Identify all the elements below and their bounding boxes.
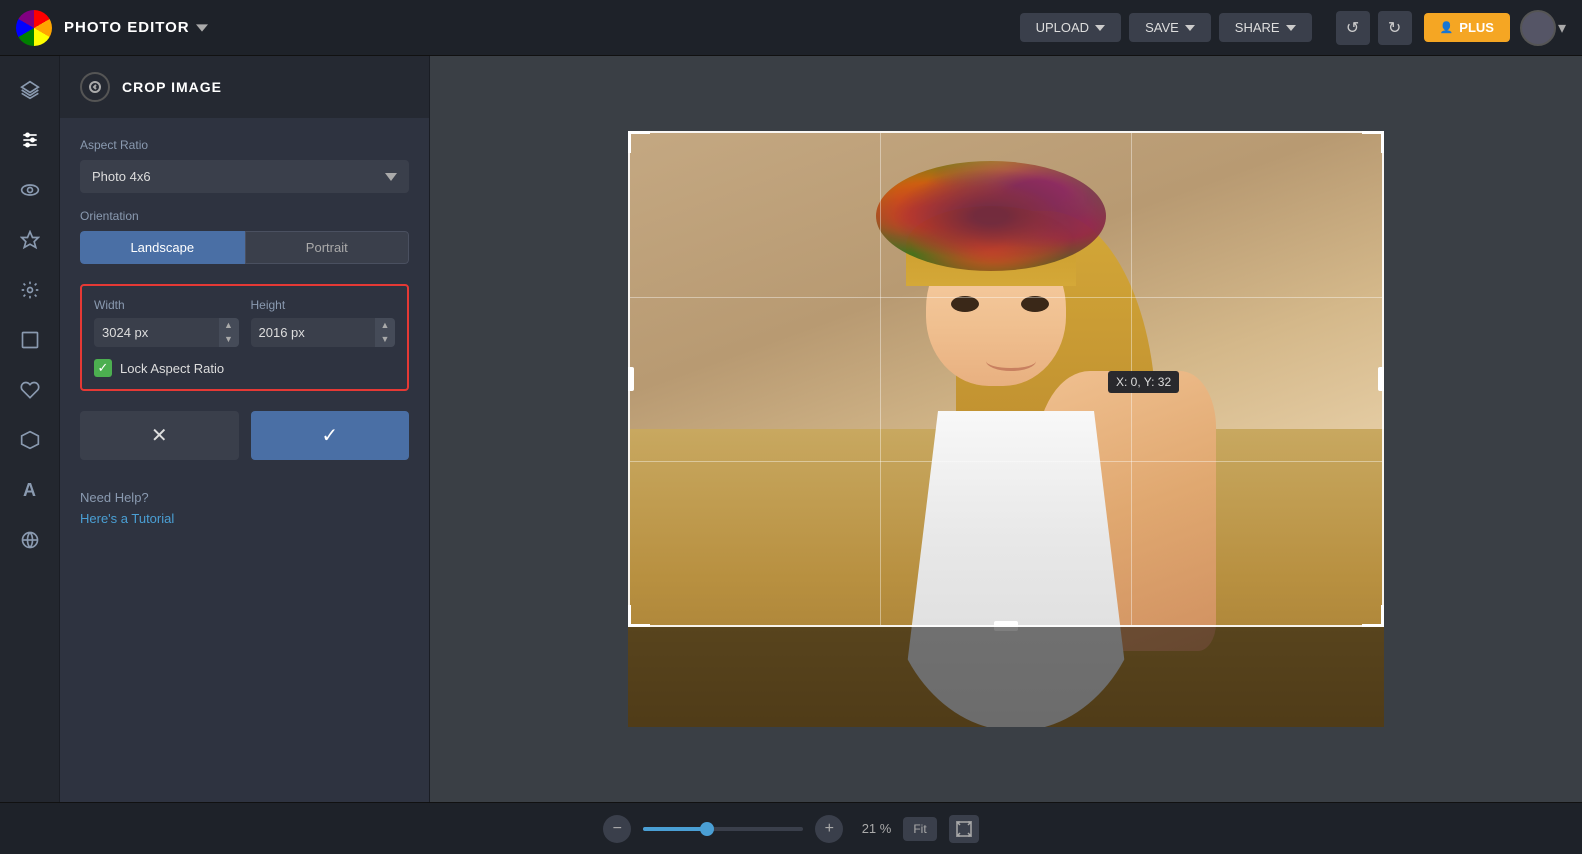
- dimensions-box: Width Height ▲ ▼ ▲: [80, 284, 409, 391]
- sidebar-item-layers[interactable]: [8, 68, 52, 112]
- zoom-expand-button[interactable]: [949, 815, 979, 843]
- sidebar-item-favorites[interactable]: [8, 218, 52, 262]
- zoom-in-button[interactable]: +: [815, 815, 843, 843]
- height-up-button[interactable]: ▲: [375, 318, 395, 332]
- save-button[interactable]: SAVE: [1129, 13, 1211, 42]
- topbar: PHOTO EDITOR UPLOAD SAVE SHARE ↺ ↻ 👤 PLU…: [0, 0, 1582, 56]
- width-down-button[interactable]: ▼: [219, 332, 239, 346]
- corner-handle-tr: [1362, 131, 1384, 153]
- panel-title: CROP IMAGE: [122, 79, 222, 95]
- undo-redo-group: ↺ ↻: [1324, 11, 1412, 45]
- sidebar-item-crop[interactable]: [8, 318, 52, 362]
- lock-aspect-ratio[interactable]: ✓ Lock Aspect Ratio: [94, 359, 395, 377]
- height-input-wrap: ▲ ▼: [251, 318, 396, 347]
- app-title-chevron-icon: [196, 22, 208, 34]
- share-chevron-icon: [1286, 23, 1296, 33]
- app-logo[interactable]: [16, 10, 52, 46]
- coordinate-tooltip: X: 0, Y: 32: [1108, 371, 1179, 393]
- texture-icon: [20, 530, 40, 550]
- width-input[interactable]: [94, 318, 219, 347]
- side-panel: CROP IMAGE Aspect Ratio Photo 4x6 Orient…: [60, 56, 430, 802]
- heart-icon: [20, 380, 40, 400]
- zoom-slider-thumb[interactable]: [700, 822, 714, 836]
- cancel-button[interactable]: ✕: [80, 411, 239, 460]
- panel-content: Aspect Ratio Photo 4x6 Orientation Lands…: [60, 118, 429, 802]
- tutorial-link[interactable]: Here's a Tutorial: [80, 511, 409, 526]
- back-button[interactable]: [80, 72, 110, 102]
- save-chevron-icon: [1185, 23, 1195, 33]
- aspect-ratio-value: Photo 4x6: [92, 169, 151, 184]
- mid-handle-right[interactable]: [1378, 367, 1384, 391]
- width-label: Width: [94, 298, 239, 312]
- icon-bar: A: [0, 56, 60, 802]
- help-text: Need Help?: [80, 490, 409, 505]
- lock-aspect-label: Lock Aspect Ratio: [120, 361, 224, 376]
- orientation-buttons: Landscape Portrait: [80, 231, 409, 264]
- action-buttons: ✕ ✓: [80, 411, 409, 460]
- bottom-bar: − + 21 % Fit: [0, 802, 1582, 854]
- height-spinners: ▲ ▼: [375, 318, 395, 347]
- lock-checkbox[interactable]: ✓: [94, 359, 112, 377]
- orientation-label: Orientation: [80, 209, 409, 223]
- sidebar-item-texture[interactable]: [8, 518, 52, 562]
- zoom-out-button[interactable]: −: [603, 815, 631, 843]
- aspect-ratio-label: Aspect Ratio: [80, 138, 409, 152]
- portrait-button[interactable]: Portrait: [245, 231, 410, 264]
- user-avatar[interactable]: [1520, 10, 1556, 46]
- expand-icon: [956, 821, 972, 837]
- dropdown-chevron-icon: [385, 173, 397, 181]
- below-crop-overlay: [628, 627, 1384, 727]
- image-container: X: 0, Y: 32: [628, 131, 1384, 727]
- panel-header: CROP IMAGE: [60, 56, 429, 118]
- zoom-slider-fill: [643, 827, 707, 831]
- corner-handle-tl: [628, 131, 650, 153]
- height-label: Height: [251, 298, 396, 312]
- wh-inputs: ▲ ▼ ▲ ▼: [94, 318, 395, 347]
- sidebar-item-heart[interactable]: [8, 368, 52, 412]
- mid-handle-left[interactable]: [628, 367, 634, 391]
- app-title: PHOTO EDITOR: [64, 19, 208, 36]
- eye-icon: [20, 180, 40, 200]
- width-spinners: ▲ ▼: [219, 318, 239, 347]
- avatar-chevron-icon[interactable]: ▾: [1558, 18, 1566, 38]
- canvas-area[interactable]: X: 0, Y: 32: [430, 56, 1582, 802]
- sliders-icon: [20, 130, 40, 150]
- sidebar-item-text[interactable]: A: [8, 468, 52, 512]
- upload-button[interactable]: UPLOAD: [1020, 13, 1121, 42]
- undo-button[interactable]: ↺: [1336, 11, 1370, 45]
- height-down-button[interactable]: ▼: [375, 332, 395, 346]
- sidebar-item-effects[interactable]: [8, 168, 52, 212]
- upload-chevron-icon: [1095, 23, 1105, 33]
- crop-icon: [20, 330, 40, 350]
- height-input[interactable]: [251, 318, 376, 347]
- landscape-button[interactable]: Landscape: [80, 231, 245, 264]
- layers-icon: [20, 80, 40, 100]
- back-arrow-icon: [89, 81, 101, 93]
- main-area: A CROP IMAGE Aspect Ratio: [0, 56, 1582, 802]
- redo-button[interactable]: ↻: [1378, 11, 1412, 45]
- sidebar-item-shape[interactable]: [8, 418, 52, 462]
- sidebar-item-tools[interactable]: [8, 268, 52, 312]
- sidebar-item-adjust[interactable]: [8, 118, 52, 162]
- star-icon: [20, 230, 40, 250]
- gear-icon: [20, 280, 40, 300]
- zoom-slider[interactable]: [643, 827, 803, 831]
- photo-background: X: 0, Y: 32: [628, 131, 1384, 727]
- hexagon-icon: [20, 430, 40, 450]
- zoom-percent: 21 %: [855, 821, 891, 836]
- width-up-button[interactable]: ▲: [219, 318, 239, 332]
- width-input-wrap: ▲ ▼: [94, 318, 239, 347]
- plus-button[interactable]: 👤 PLUS: [1424, 13, 1510, 42]
- confirm-button[interactable]: ✓: [251, 411, 410, 460]
- zoom-fit-button[interactable]: Fit: [903, 817, 936, 841]
- wh-labels: Width Height: [94, 298, 395, 312]
- aspect-ratio-dropdown[interactable]: Photo 4x6: [80, 160, 409, 193]
- text-icon: A: [23, 480, 36, 501]
- share-button[interactable]: SHARE: [1219, 13, 1312, 42]
